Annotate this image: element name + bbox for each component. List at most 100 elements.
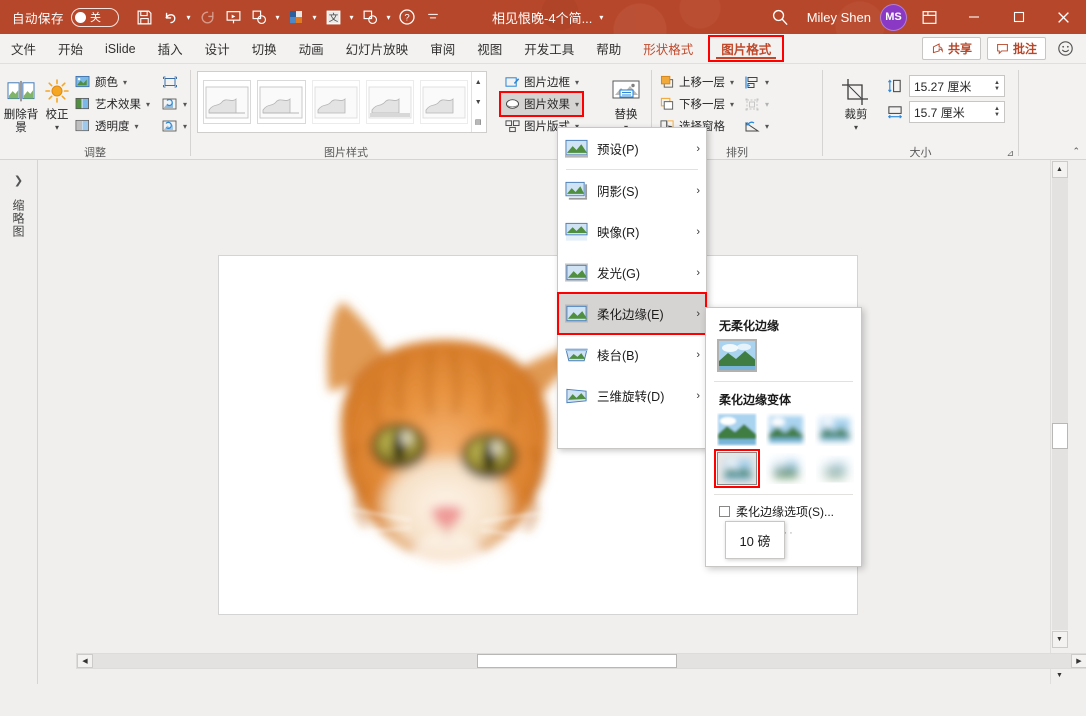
soft-edge-none-thumb[interactable]	[717, 339, 757, 372]
undo-dropdown-caret[interactable]: ▾	[183, 4, 194, 30]
picture-color-button[interactable]: 颜色 ▾	[72, 71, 153, 93]
help-icon[interactable]: ?	[394, 4, 420, 30]
scroll-left-button[interactable]: ◀	[77, 654, 93, 668]
qat-more-icon[interactable]	[420, 4, 446, 30]
islide-icon[interactable]: 文	[320, 4, 346, 30]
picture-effects-caret[interactable]: ▾	[575, 100, 579, 109]
tab-slideshow[interactable]: 幻灯片放映	[335, 34, 420, 64]
crop-caret[interactable]: ▾	[854, 123, 858, 132]
shape-icon[interactable]	[246, 4, 272, 30]
compress-pictures-button[interactable]	[159, 71, 190, 93]
picture-style-thumb[interactable]	[311, 80, 360, 124]
minimize-button[interactable]	[951, 0, 996, 34]
thumbnail-pane-collapsed[interactable]: ❯ 缩略图	[0, 160, 38, 684]
tab-islide[interactable]: iSlide	[94, 34, 147, 64]
menu-item-glow[interactable]: 发光(G) ›	[558, 252, 706, 293]
corrections-button[interactable]: 校正 ▾	[42, 68, 72, 132]
shape-width-input[interactable]: 15.7 厘米 ▲ ▼	[909, 101, 1005, 123]
save-icon[interactable]	[131, 4, 157, 30]
picture-effects-button[interactable]: 图片效果 ▾	[498, 91, 585, 117]
picture-border-button[interactable]: 图片边框 ▾	[501, 71, 582, 93]
reset-picture-caret[interactable]: ▾	[183, 122, 187, 131]
artistic-effects-button[interactable]: 艺术效果 ▾	[72, 93, 153, 115]
change-picture-caret[interactable]: ▾	[183, 100, 187, 109]
user-name[interactable]: Miley Shen	[807, 10, 871, 25]
vertical-scrollbar[interactable]: ▲ ▼ ▲ ▼	[1050, 160, 1068, 684]
picture-style-thumb[interactable]	[365, 80, 415, 124]
align-objects-button[interactable]: ▾	[741, 71, 772, 93]
picture-border-caret[interactable]: ▾	[575, 78, 579, 87]
scroll-up-button[interactable]: ▲	[1051, 161, 1068, 178]
bring-forward-button[interactable]: 上移一层 ▾	[656, 71, 737, 93]
gallery-scroll-down[interactable]: ▼	[472, 92, 484, 112]
transparency-button[interactable]: 透明度 ▾	[72, 115, 153, 137]
dialog-launcher-icon[interactable]: ⊿	[1006, 148, 1014, 159]
soft-edge-variation-thumb[interactable]	[815, 413, 855, 446]
soft-edge-variation-thumb[interactable]	[717, 413, 757, 446]
tab-help[interactable]: 帮助	[585, 34, 632, 64]
tab-insert[interactable]: 插入	[147, 34, 194, 64]
close-button[interactable]	[1041, 0, 1086, 34]
tab-developer[interactable]: 开发工具	[513, 34, 585, 64]
soft-edge-variation-thumb[interactable]	[766, 413, 806, 446]
soft-edge-variation-thumb[interactable]	[766, 452, 806, 485]
tab-transitions[interactable]: 切换	[241, 34, 288, 64]
vertical-scroll-thumb[interactable]	[1051, 423, 1068, 449]
tab-picture-format[interactable]: 图片格式	[708, 35, 785, 62]
menu-item-shadow[interactable]: 阴影(S) ›	[558, 170, 706, 211]
islide-dropdown-caret[interactable]: ▾	[346, 4, 357, 30]
tab-view[interactable]: 视图	[466, 34, 513, 64]
tab-review[interactable]: 审阅	[419, 34, 466, 64]
transparency-caret[interactable]: ▾	[134, 122, 138, 131]
send-backward-caret[interactable]: ▾	[730, 100, 734, 109]
vertical-scroll-track[interactable]	[1051, 178, 1068, 630]
tab-shape-format[interactable]: 形状格式	[632, 34, 704, 64]
maximize-button[interactable]	[996, 0, 1041, 34]
horizontal-scrollbar[interactable]: ◀ ▶	[76, 653, 1086, 669]
ribbon-display-options-icon[interactable]	[907, 2, 951, 32]
shape2-dropdown-caret[interactable]: ▾	[383, 4, 394, 30]
collapse-ribbon-button[interactable]: ⌃	[1072, 146, 1080, 157]
chevron-right-icon[interactable]: ❯	[14, 174, 23, 187]
shape-height-stepper[interactable]: ▲ ▼	[994, 80, 1000, 92]
gallery-scroll-up[interactable]: ▲	[472, 72, 484, 92]
comments-button[interactable]: 批注	[986, 37, 1046, 60]
autosave-toggle[interactable]: 关	[71, 7, 120, 27]
tab-animations[interactable]: 动画	[288, 34, 335, 64]
corrections-caret[interactable]: ▾	[55, 123, 59, 132]
gallery-more-button[interactable]: ▤	[472, 112, 484, 132]
document-title-caret[interactable]: ▾	[599, 13, 603, 22]
shape-width-stepper[interactable]: ▲ ▼	[994, 106, 1000, 118]
soft-edge-variation-thumb-selected[interactable]	[714, 449, 760, 488]
send-backward-button[interactable]: 下移一层 ▾	[656, 93, 737, 115]
reset-picture-button[interactable]: ▾	[159, 115, 190, 137]
menu-item-bevel[interactable]: 棱台(B) ›	[558, 334, 706, 375]
crop-button[interactable]: 裁剪 ▾	[829, 68, 883, 132]
horizontal-scroll-thumb[interactable]	[477, 654, 677, 668]
smiley-icon[interactable]	[1052, 36, 1078, 62]
share-button[interactable]: 共享	[921, 37, 981, 60]
align-objects-caret[interactable]: ▾	[765, 78, 769, 87]
search-icon[interactable]	[759, 2, 801, 32]
soft-edge-variation-thumb[interactable]	[815, 452, 855, 485]
artistic-effects-caret[interactable]: ▾	[146, 100, 150, 109]
menu-item-soft-edges[interactable]: 柔化边缘(E) ›	[557, 292, 707, 335]
menu-item-reflection[interactable]: 映像(R) ›	[558, 211, 706, 252]
avatar[interactable]: MS	[880, 3, 907, 31]
menu-item-3d-rotation[interactable]: 三维旋转(D) ›	[558, 375, 706, 416]
picture-styles-gallery[interactable]: ▲ ▼ ▤	[197, 71, 487, 133]
replace-picture-button[interactable]: 替换 ▾	[601, 68, 651, 132]
start-slideshow-icon[interactable]	[220, 4, 246, 30]
bring-forward-caret[interactable]: ▾	[730, 78, 734, 87]
picture-style-thumb[interactable]	[257, 80, 306, 124]
rotate-objects-button[interactable]: ▾	[741, 115, 772, 137]
picture-styles-scroll[interactable]: ▲ ▼ ▤	[471, 72, 484, 132]
shape-dropdown-caret[interactable]: ▾	[272, 4, 283, 30]
soft-edge-options-item[interactable]: 柔化边缘选项(S)...	[706, 495, 861, 520]
color-swatch-icon[interactable]	[283, 4, 309, 30]
tab-home[interactable]: 开始	[47, 34, 94, 64]
scroll-down-button[interactable]: ▼	[1051, 631, 1068, 648]
tab-design[interactable]: 设计	[194, 34, 241, 64]
picture-style-thumb[interactable]	[420, 80, 469, 124]
color-dropdown-caret[interactable]: ▾	[309, 4, 320, 30]
